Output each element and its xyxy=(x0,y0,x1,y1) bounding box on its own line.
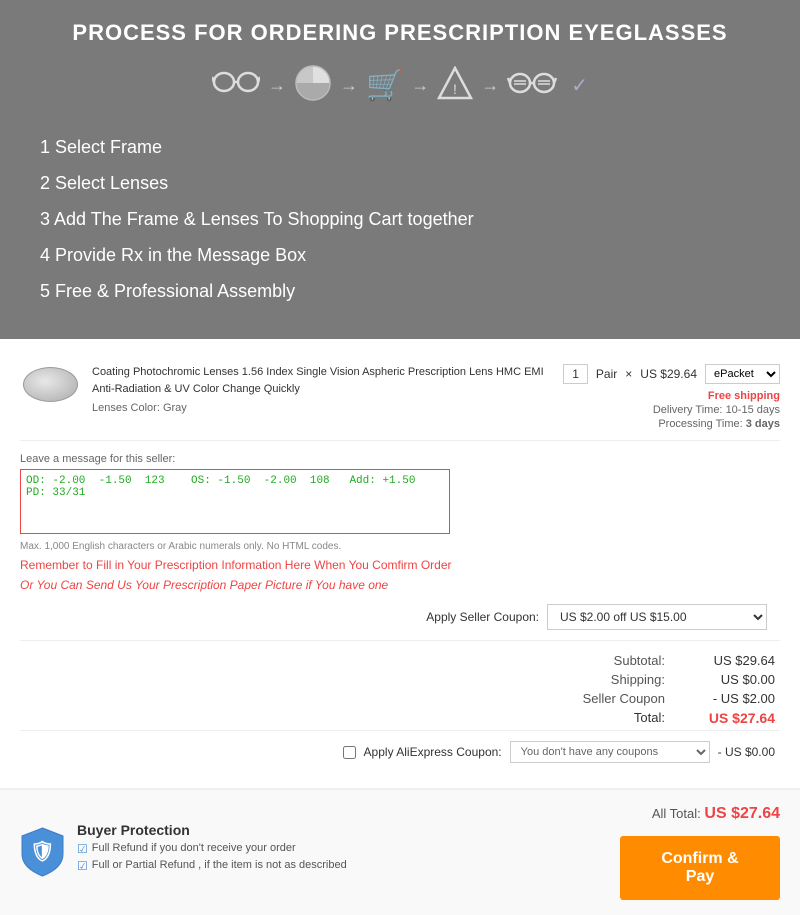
product-row: Coating Photochromic Lenses 1.56 Index S… xyxy=(20,354,780,441)
step-1: 1 Select Frame xyxy=(40,129,770,165)
steps-list: 1 Select Frame 2 Select Lenses 3 Add The… xyxy=(30,129,770,309)
product-info: Coating Photochromic Lenses 1.56 Index S… xyxy=(92,364,551,417)
message-hint: Max. 1,000 English characters or Arabic … xyxy=(20,541,780,552)
price-summary: Subtotal: US $29.64 Shipping: US $0.00 S… xyxy=(20,640,780,726)
arrow-icon-1: → xyxy=(268,75,286,96)
glasses-icon xyxy=(212,69,260,102)
step-2: 2 Select Lenses xyxy=(40,165,770,201)
product-image xyxy=(20,364,80,404)
shipping-info: Free shipping Delivery Time: 10-15 days … xyxy=(653,390,780,430)
seller-coupon-dropdown[interactable]: US $2.00 off US $15.00 xyxy=(547,604,767,630)
shipping-value: US $0.00 xyxy=(695,672,775,687)
step-5: 5 Free & Professional Assembly xyxy=(40,273,770,309)
ali-coupon-row: Apply AliExpress Coupon: You don't have … xyxy=(20,730,780,773)
quantity-box[interactable]: 1 xyxy=(563,364,588,384)
subtotal-row: Subtotal: US $29.64 xyxy=(20,653,775,668)
ali-coupon-checkbox[interactable] xyxy=(343,746,356,759)
shipping-dropdown[interactable]: ePacket Standard xyxy=(705,364,780,384)
coupon-row: Apply Seller Coupon: US $2.00 off US $15… xyxy=(20,604,780,630)
main-content: Coating Photochromic Lenses 1.56 Index S… xyxy=(0,339,800,788)
product-price: US $29.64 xyxy=(640,367,697,381)
process-icons: → → 🛒 → ! → xyxy=(30,64,770,107)
protection-item-1: ☑ Full Refund if you don't receive your … xyxy=(77,842,347,856)
coupon-label: Apply Seller Coupon: xyxy=(426,610,539,624)
svg-text:🛡: 🛡 xyxy=(30,840,55,863)
page-title: PROCESS FOR ORDERING PRESCRIPTION EYEGLA… xyxy=(30,20,770,46)
reminder-text: Remember to Fill in Your Prescription In… xyxy=(20,558,780,572)
lens-thumbnail xyxy=(23,367,78,402)
product-qty-price: 1 Pair × US $29.64 ePacket Standard xyxy=(563,364,780,384)
arrow-icon-4: → xyxy=(481,75,499,96)
check-icon-1: ☑ xyxy=(77,842,88,856)
multiply-symbol: × xyxy=(625,367,632,381)
processing-time: Processing Time: 3 days xyxy=(653,418,780,430)
seller-coupon-label: Seller Coupon xyxy=(583,691,665,706)
lens-icon xyxy=(294,64,332,107)
product-name: Coating Photochromic Lenses 1.56 Index S… xyxy=(92,364,551,397)
header-banner: PROCESS FOR ORDERING PRESCRIPTION EYEGLA… xyxy=(0,0,800,339)
glasses-done-icon xyxy=(507,70,559,101)
seller-coupon-row: Seller Coupon - US $2.00 xyxy=(20,691,775,706)
free-shipping-label: Free shipping xyxy=(653,390,780,402)
unit-label: Pair xyxy=(596,367,617,381)
message-section: Leave a message for this seller: OD: -2.… xyxy=(20,453,780,592)
total-row: Total: US $27.64 xyxy=(20,710,775,726)
triangle-icon: ! xyxy=(437,66,473,105)
svg-text:!: ! xyxy=(453,81,457,97)
color-value: Gray xyxy=(163,402,187,414)
delivery-time: Delivery Time: 10-15 days xyxy=(653,404,780,416)
color-label: Lenses Color: xyxy=(92,402,160,414)
ali-coupon-label: Apply AliExpress Coupon: xyxy=(364,745,502,759)
all-total-value: US $27.64 xyxy=(704,805,780,822)
ali-coupon-value: - US $0.00 xyxy=(718,745,775,759)
shipping-row: Shipping: US $0.00 xyxy=(20,672,775,687)
checkout-right: All Total: US $27.64 Confirm & Pay xyxy=(620,805,780,900)
all-total-label: All Total: US $27.64 xyxy=(620,805,780,823)
step-4: 4 Provide Rx in the Message Box xyxy=(40,237,770,273)
buyer-protection: 🛡 Buyer Protection ☑ Full Refund if you … xyxy=(20,822,347,883)
protection-title: Buyer Protection xyxy=(77,822,347,838)
shield-icon: 🛡 xyxy=(20,826,65,878)
cart-icon: 🛒 xyxy=(366,68,403,103)
shipping-label: Shipping: xyxy=(611,672,665,687)
total-label: Total: xyxy=(634,710,665,726)
protection-details: Buyer Protection ☑ Full Refund if you do… xyxy=(77,822,347,876)
subtotal-value: US $29.64 xyxy=(695,653,775,668)
arrow-icon-2: → xyxy=(340,75,358,96)
total-value: US $27.64 xyxy=(695,710,775,726)
checkout-footer: 🛡 Buyer Protection ☑ Full Refund if you … xyxy=(0,788,800,915)
check-icon-2: ☑ xyxy=(77,859,88,873)
product-color: Lenses Color: Gray xyxy=(92,400,551,417)
subtotal-label: Subtotal: xyxy=(614,653,665,668)
checkmark-icon: ✓ xyxy=(571,73,588,98)
seller-coupon-value: - US $2.00 xyxy=(695,691,775,706)
confirm-pay-button[interactable]: Confirm & Pay xyxy=(620,836,780,900)
protection-item-2: ☑ Full or Partial Refund , if the item i… xyxy=(77,859,347,873)
ali-coupon-dropdown[interactable]: You don't have any coupons xyxy=(510,741,710,763)
step-3: 3 Add The Frame & Lenses To Shopping Car… xyxy=(40,201,770,237)
message-label: Leave a message for this seller: xyxy=(20,453,780,465)
optional-text: Or You Can Send Us Your Prescription Pap… xyxy=(20,578,780,592)
arrow-icon-3: → xyxy=(411,75,429,96)
message-textarea[interactable]: OD: -2.00 -1.50 123 OS: -1.50 -2.00 108 … xyxy=(20,469,450,534)
